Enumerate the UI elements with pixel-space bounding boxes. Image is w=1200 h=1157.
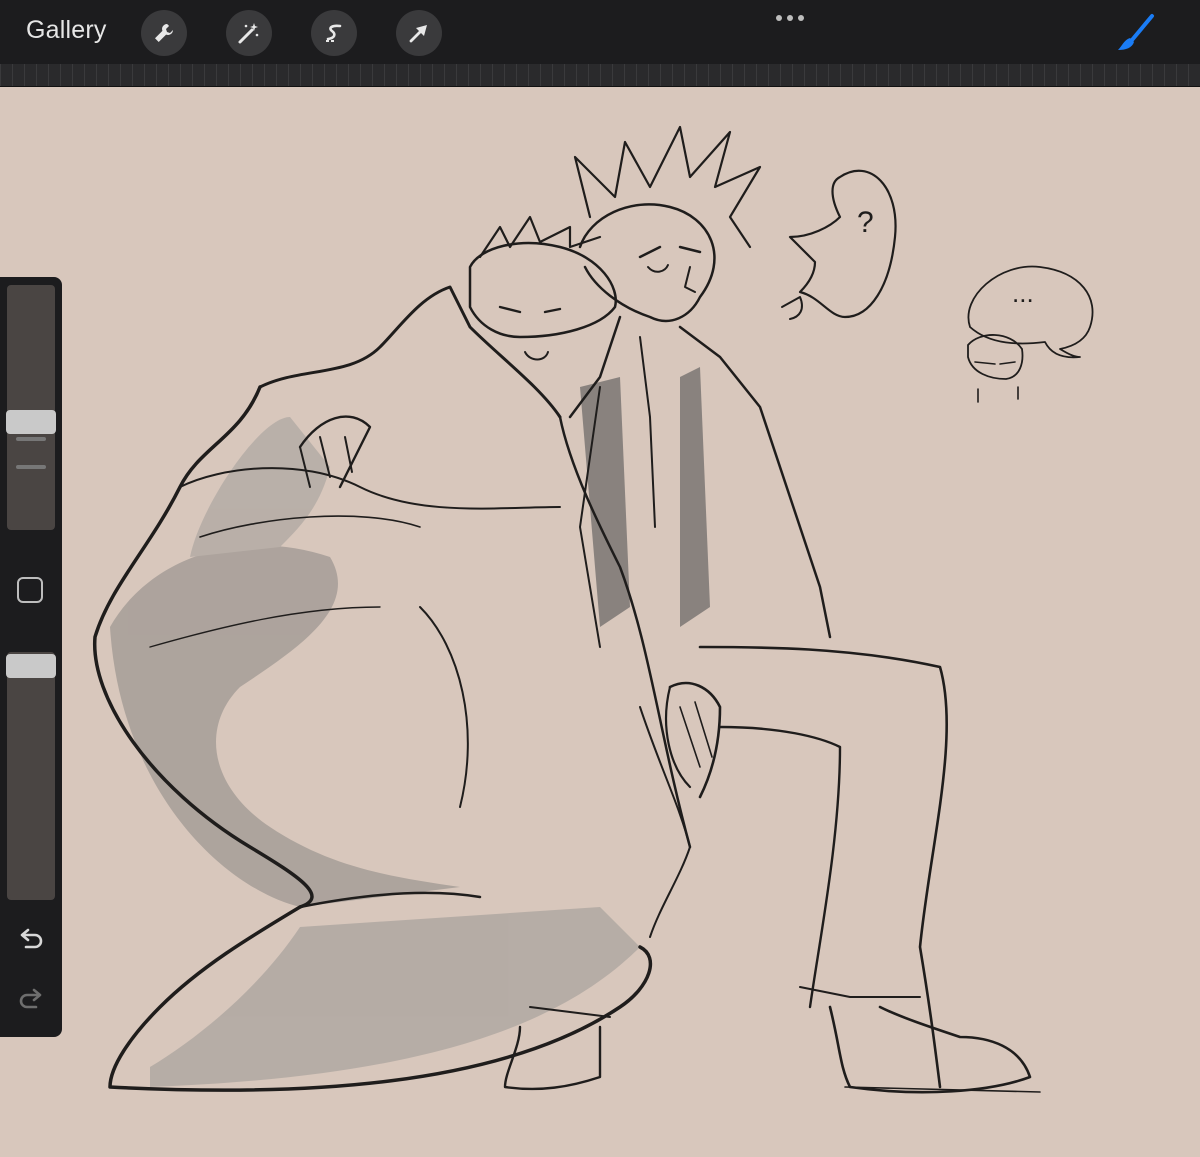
opacity-thumb[interactable]	[6, 654, 56, 678]
left-sidebar	[0, 277, 62, 1037]
magic-wand-icon[interactable]	[226, 10, 272, 56]
brush-size-slider[interactable]	[7, 285, 55, 530]
gallery-button[interactable]: Gallery	[26, 16, 107, 45]
brush-size-thumb[interactable]	[6, 410, 56, 434]
more-dots-icon[interactable]	[776, 15, 804, 21]
drawing-canvas[interactable]: ? ...	[0, 87, 1200, 1157]
slider-tick	[16, 437, 46, 441]
square-icon[interactable]	[17, 577, 43, 603]
brush-icon[interactable]	[1112, 12, 1160, 56]
ruler-strip	[0, 64, 1200, 87]
top-toolbar: Gallery	[0, 0, 1200, 64]
question-mark-text: ?	[857, 206, 874, 239]
move-arrow-icon[interactable]	[396, 10, 442, 56]
redo-icon[interactable]	[16, 985, 46, 1015]
ellipsis-text: ...	[1012, 278, 1034, 308]
wrench-icon[interactable]	[141, 10, 187, 56]
selection-s-icon[interactable]	[311, 10, 357, 56]
slider-tick	[16, 465, 46, 469]
opacity-slider[interactable]	[7, 652, 55, 900]
undo-icon[interactable]	[16, 925, 46, 955]
